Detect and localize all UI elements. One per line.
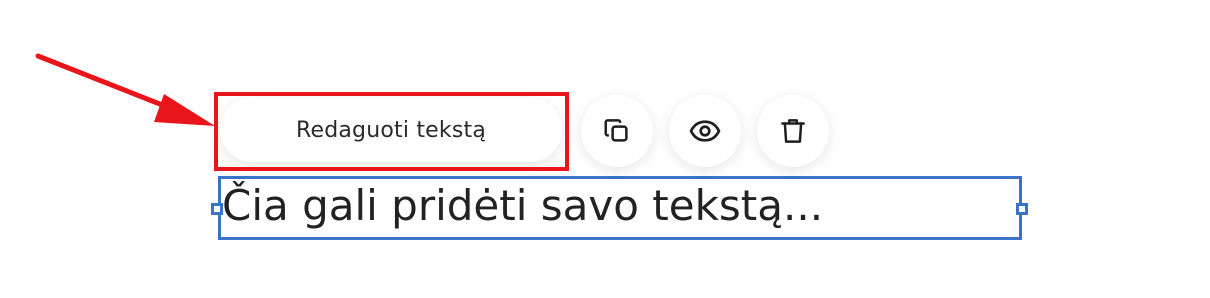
text-block-content[interactable]: Čia gali pridėti savo tekstą... xyxy=(222,178,823,234)
delete-button[interactable] xyxy=(757,95,829,167)
duplicate-button[interactable] xyxy=(581,95,653,167)
resize-handle-right[interactable] xyxy=(1016,203,1028,215)
resize-handle-left[interactable] xyxy=(211,203,223,215)
eye-icon xyxy=(689,120,721,142)
copy-icon xyxy=(604,119,628,142)
trash-icon xyxy=(781,119,805,143)
annotation-arrow xyxy=(35,53,215,126)
editor-canvas: Redaguoti tekstą Čia gali pridėti savo t… xyxy=(0,0,1210,298)
edit-text-label: Redaguoti tekstą xyxy=(295,117,487,143)
edit-text-button[interactable]: Redaguoti tekstą xyxy=(220,98,562,162)
preview-button[interactable] xyxy=(669,95,741,167)
